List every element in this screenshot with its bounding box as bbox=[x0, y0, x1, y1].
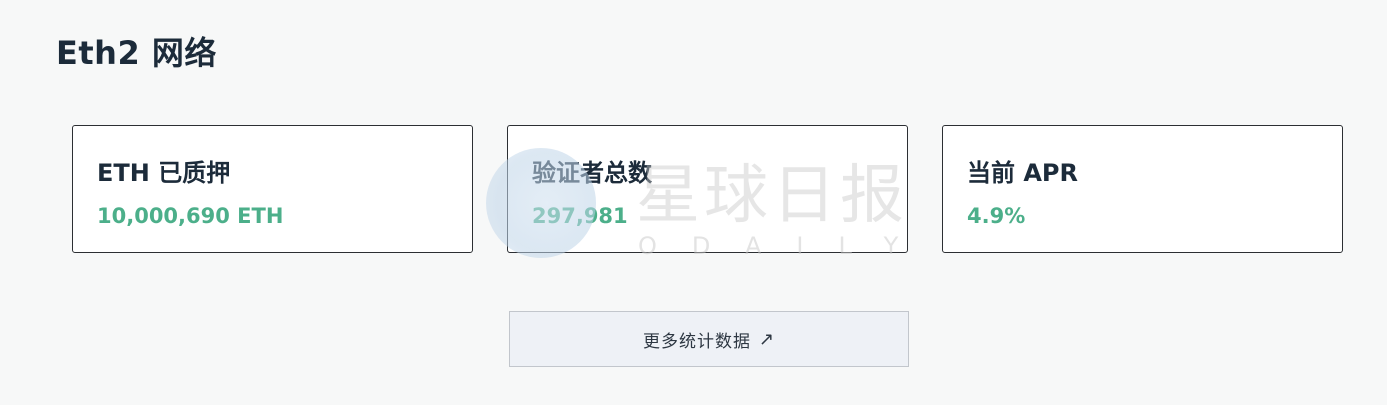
eth-staked-card: ETH 已质押 10,000,690 ETH bbox=[72, 125, 473, 253]
current-apr-label: 当前 APR bbox=[967, 159, 1078, 187]
validators-total-value: 297,981 bbox=[532, 204, 628, 228]
current-apr-card: 当前 APR 4.9% bbox=[942, 125, 1343, 253]
eth-staked-value: 10,000,690 ETH bbox=[97, 204, 284, 228]
more-stats-button[interactable]: 更多统计数据 ↗ bbox=[509, 311, 909, 367]
arrow-up-right-icon: ↗ bbox=[758, 328, 776, 350]
validators-total-card: 验证者总数 297,981 bbox=[507, 125, 908, 253]
page-title: Eth2 网络 bbox=[56, 34, 217, 72]
validators-total-label: 验证者总数 bbox=[532, 159, 652, 187]
current-apr-value: 4.9% bbox=[967, 204, 1026, 228]
more-stats-label: 更多统计数据 bbox=[642, 331, 751, 352]
eth-staked-label: ETH 已质押 bbox=[97, 159, 231, 187]
